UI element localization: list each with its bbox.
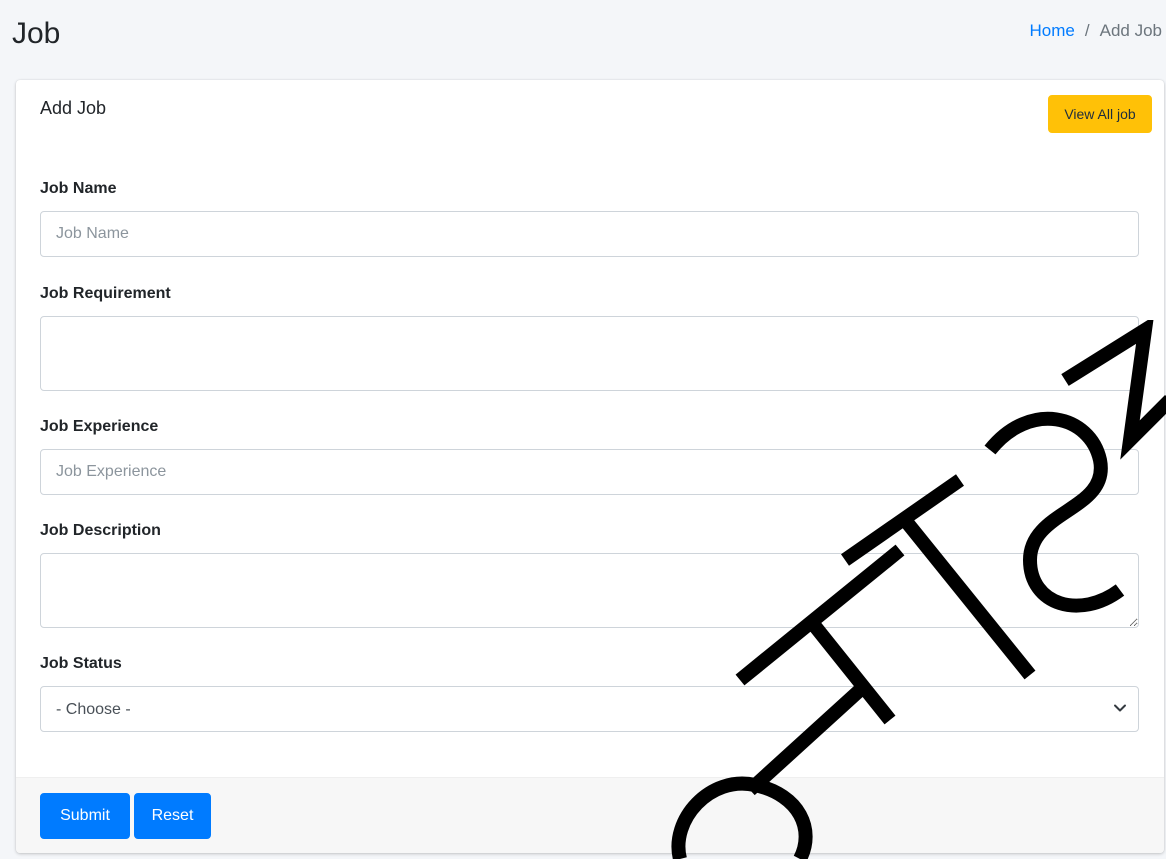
job-status-group: Job Status - Choose - bbox=[40, 654, 1139, 732]
job-requirement-textarea[interactable] bbox=[40, 316, 1139, 391]
breadcrumb-separator: / bbox=[1084, 21, 1090, 40]
breadcrumb-current: Add Job bbox=[1099, 21, 1162, 40]
job-description-label: Job Description bbox=[40, 522, 161, 539]
view-all-job-button[interactable]: View All job bbox=[1048, 95, 1152, 133]
card-footer: Submit Reset bbox=[16, 777, 1164, 853]
job-experience-input[interactable] bbox=[40, 449, 1139, 495]
card-title: Add Job bbox=[40, 98, 107, 118]
job-name-input[interactable] bbox=[40, 211, 1139, 257]
breadcrumb-home-link[interactable]: Home bbox=[1030, 20, 1075, 42]
submit-button[interactable]: Submit bbox=[40, 793, 130, 839]
breadcrumb: Home / Add Job bbox=[1030, 20, 1162, 42]
job-status-label: Job Status bbox=[40, 655, 122, 672]
job-name-group: Job Name bbox=[40, 179, 1139, 257]
job-status-select-wrapper: - Choose - bbox=[40, 686, 1139, 732]
job-description-group: Job Description bbox=[40, 521, 1139, 628]
job-name-label: Job Name bbox=[40, 180, 117, 197]
page-header: Job Home / Add Job bbox=[0, 0, 1166, 70]
job-experience-label: Job Experience bbox=[40, 418, 159, 435]
reset-button[interactable]: Reset bbox=[134, 793, 211, 839]
job-requirement-label: Job Requirement bbox=[40, 285, 171, 302]
job-status-select[interactable]: - Choose - bbox=[40, 686, 1139, 732]
job-requirement-group: Job Requirement bbox=[40, 284, 1139, 391]
page-title: Job bbox=[12, 17, 61, 50]
job-experience-group: Job Experience bbox=[40, 417, 1139, 495]
job-description-textarea[interactable] bbox=[40, 553, 1139, 628]
add-job-card: Add Job View All job Job Name Job Requir… bbox=[16, 80, 1164, 853]
